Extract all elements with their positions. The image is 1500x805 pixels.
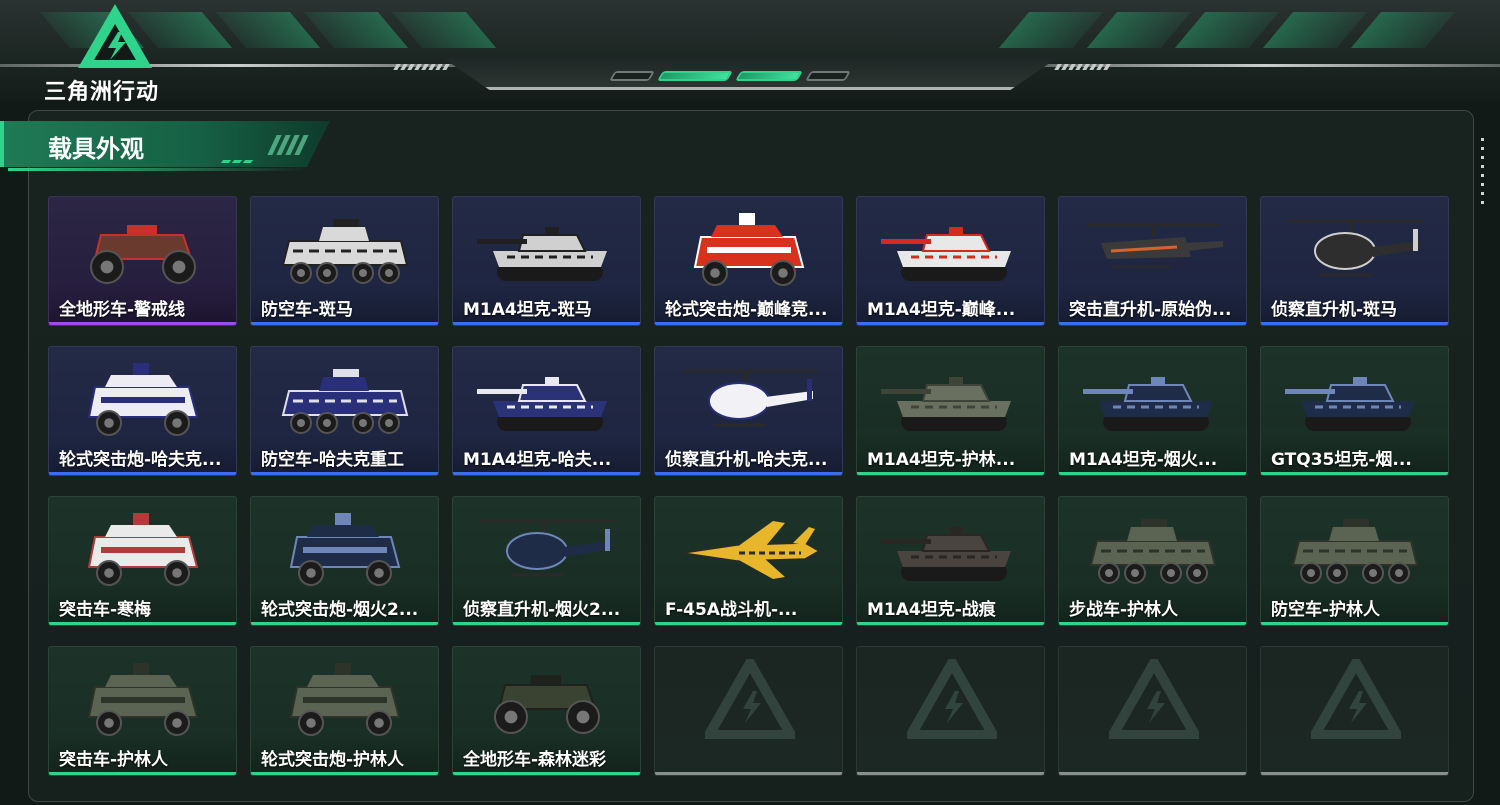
vehicle-skin-name: M1A4坦克-战痕 — [867, 600, 996, 619]
vehicle-skin-name: M1A4坦克-烟火... — [1069, 450, 1218, 469]
rarity-bar — [1059, 472, 1246, 475]
section-underline-dashes — [220, 160, 254, 163]
rarity-bar — [655, 472, 842, 475]
rarity-bar — [857, 622, 1044, 625]
vehicle-skin-name: 轮式突击炮-护林人 — [261, 750, 405, 769]
vehicle-skin-name: 突击车-寒梅 — [59, 600, 152, 619]
vehicle-skin-name: 全地形车-森林迷彩 — [463, 750, 607, 769]
rarity-bar — [857, 472, 1044, 475]
rarity-bar — [1261, 622, 1448, 625]
vehicle-skin-name: 防空车-斑马 — [261, 300, 354, 319]
vehicle-skin-name: 防空车-哈夫克重工 — [261, 450, 405, 469]
vehicle-skin-name: 侦察直升机-哈夫克... — [665, 450, 828, 469]
game-logo: 三角洲行动 — [44, 2, 184, 105]
section-underline — [8, 168, 308, 171]
vehicle-skin-card[interactable]: M1A4坦克-护林... — [856, 346, 1045, 476]
vehicle-skin-name: 轮式突击炮-哈夫克... — [59, 450, 222, 469]
rarity-bar — [1261, 472, 1448, 475]
delta-logo-watermark-icon — [1306, 652, 1406, 740]
vehicle-skin-card[interactable]: M1A4坦克-巅峰... — [856, 196, 1045, 326]
header-ticks-left — [393, 64, 450, 70]
vehicle-skin-name: 侦察直升机-斑马 — [1271, 300, 1398, 319]
slot-bar — [857, 772, 1044, 775]
vehicle-skin-card[interactable]: 全地形车-森林迷彩 — [452, 646, 641, 776]
rarity-bar — [453, 772, 640, 775]
vehicle-skin-card[interactable]: 全地形车-警戒线 — [48, 196, 237, 326]
vehicle-skin-card[interactable]: 突击车-护林人 — [48, 646, 237, 776]
vehicle-skin-name: 突击直升机-原始伪... — [1069, 300, 1232, 319]
section-title: 载具外观 — [48, 135, 144, 163]
vehicle-skin-card[interactable]: 轮式突击炮-烟火2... — [250, 496, 439, 626]
top-header — [0, 0, 1500, 100]
vehicle-skin-card[interactable]: F-45A战斗机-... — [654, 496, 843, 626]
vehicle-skin-card[interactable]: GTQ35坦克-烟... — [1260, 346, 1449, 476]
game-logo-text: 三角洲行动 — [44, 80, 160, 105]
vehicle-skin-name: 侦察直升机-烟火2... — [463, 600, 621, 619]
vehicle-skin-name: GTQ35坦克-烟... — [1271, 450, 1412, 469]
rarity-bar — [655, 322, 842, 325]
rarity-bar — [453, 622, 640, 625]
vehicle-skin-name: 轮式突击炮-烟火2... — [261, 600, 419, 619]
delta-logo-watermark-icon — [700, 652, 800, 740]
vehicle-skin-name: M1A4坦克-护林... — [867, 450, 1016, 469]
header-ticks-right — [1054, 64, 1111, 70]
vehicle-skin-card[interactable]: 防空车-护林人 — [1260, 496, 1449, 626]
rarity-bar — [49, 472, 236, 475]
rarity-bar — [251, 322, 438, 325]
delta-logo-watermark-icon — [1104, 652, 1204, 740]
empty-skin-slot — [856, 646, 1045, 776]
rarity-bar — [49, 772, 236, 775]
section-header: 载具外观 — [0, 121, 330, 167]
vehicle-skin-card[interactable]: 侦察直升机-哈夫克... — [654, 346, 843, 476]
vehicle-skin-name: 步战车-护林人 — [1069, 600, 1179, 619]
vehicle-skin-name: F-45A战斗机-... — [665, 600, 798, 619]
vehicle-skin-card[interactable]: M1A4坦克-斑马 — [452, 196, 641, 326]
rarity-bar — [1261, 322, 1448, 325]
vehicle-skin-name: 防空车-护林人 — [1271, 600, 1381, 619]
vehicle-skin-card[interactable]: 轮式突击炮-巅峰竞... — [654, 196, 843, 326]
vehicle-skin-card[interactable]: 侦察直升机-斑马 — [1260, 196, 1449, 326]
vehicle-skin-card[interactable]: M1A4坦克-战痕 — [856, 496, 1045, 626]
delta-logo-watermark-icon — [902, 652, 1002, 740]
header-page-indicator — [609, 71, 851, 81]
rarity-bar — [655, 622, 842, 625]
vehicle-skin-card[interactable]: 侦察直升机-烟火2... — [452, 496, 641, 626]
vehicle-skin-name: M1A4坦克-斑马 — [463, 300, 592, 319]
vehicle-skin-grid: 全地形车-警戒线 防空车-斑马 M1A4坦克-斑马 轮式突击炮-巅峰竞... M… — [48, 196, 1449, 776]
vehicle-skin-card[interactable]: 轮式突击炮-护林人 — [250, 646, 439, 776]
scroll-indicator[interactable] — [1481, 138, 1484, 204]
rarity-bar — [1059, 322, 1246, 325]
vehicle-skin-name: 突击车-护林人 — [59, 750, 169, 769]
vehicle-skin-card[interactable]: 轮式突击炮-哈夫克... — [48, 346, 237, 476]
rarity-bar — [49, 622, 236, 625]
vehicle-skin-card[interactable]: 步战车-护林人 — [1058, 496, 1247, 626]
vehicle-skin-name: M1A4坦克-哈夫... — [463, 450, 612, 469]
rarity-bar — [251, 772, 438, 775]
empty-skin-slot — [1260, 646, 1449, 776]
delta-triangle-lightning-icon — [78, 4, 152, 68]
vehicle-skin-card[interactable]: 突击车-寒梅 — [48, 496, 237, 626]
rarity-bar — [251, 622, 438, 625]
empty-skin-slot — [1058, 646, 1247, 776]
vehicle-skin-card[interactable]: 突击直升机-原始伪... — [1058, 196, 1247, 326]
rarity-bar — [453, 322, 640, 325]
vehicle-skin-name: 轮式突击炮-巅峰竞... — [665, 300, 828, 319]
rarity-bar — [1059, 622, 1246, 625]
rarity-bar — [857, 322, 1044, 325]
vehicle-skin-name: 全地形车-警戒线 — [59, 300, 186, 319]
slot-bar — [655, 772, 842, 775]
vehicle-skin-name: M1A4坦克-巅峰... — [867, 300, 1016, 319]
vehicle-skin-card[interactable]: M1A4坦克-哈夫... — [452, 346, 641, 476]
header-stripes-right — [998, 12, 1456, 48]
rarity-bar — [251, 472, 438, 475]
slot-bar — [1261, 772, 1448, 775]
rarity-bar — [49, 322, 236, 325]
empty-skin-slot — [654, 646, 843, 776]
vehicle-skin-card[interactable]: 防空车-斑马 — [250, 196, 439, 326]
vehicle-skin-card[interactable]: M1A4坦克-烟火... — [1058, 346, 1247, 476]
slot-bar — [1059, 772, 1246, 775]
rarity-bar — [453, 472, 640, 475]
vehicle-skin-card[interactable]: 防空车-哈夫克重工 — [250, 346, 439, 476]
